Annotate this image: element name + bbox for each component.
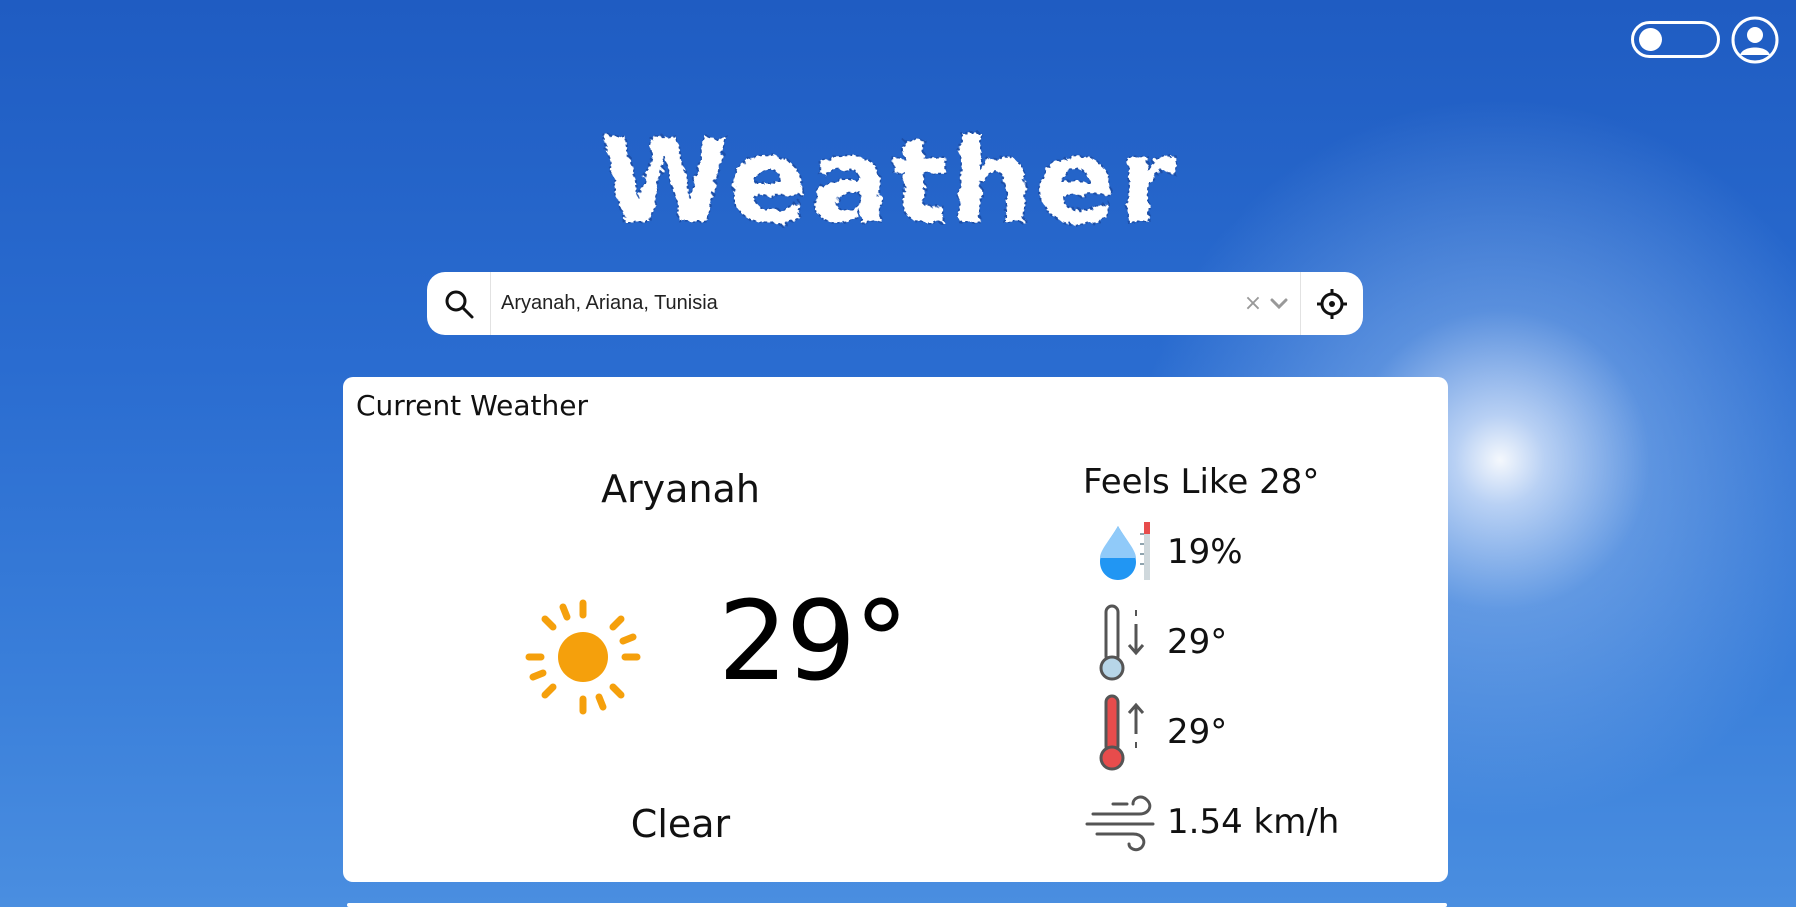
sun-icon xyxy=(523,597,643,717)
wind-value: 1.54 km/h xyxy=(1167,802,1340,842)
thermometer-low-icon xyxy=(1083,604,1163,681)
wind-icon xyxy=(1083,787,1163,857)
current-temperature: 29° xyxy=(718,577,909,705)
toggle-knob xyxy=(1639,28,1662,51)
current-weather-card: Current Weather Aryanah 29° Clear Feels … xyxy=(343,377,1448,882)
weather-logo: Weather xyxy=(590,110,1210,251)
logo-text: Weather xyxy=(600,112,1178,250)
crosshair-icon[interactable] xyxy=(1301,272,1363,335)
weather-condition: Clear xyxy=(630,802,731,846)
max-temp-row: 29° xyxy=(1083,694,1403,771)
feels-like: Feels Like 28° xyxy=(1083,462,1320,502)
user-icon[interactable] xyxy=(1730,15,1780,65)
humidity-value: 19% xyxy=(1167,532,1243,572)
chevron-down-icon[interactable] xyxy=(1266,298,1292,310)
card-title: Current Weather xyxy=(356,389,588,422)
min-temp-value: 29° xyxy=(1167,622,1228,662)
theme-toggle[interactable] xyxy=(1631,21,1720,58)
humidity-icon xyxy=(1083,517,1163,587)
next-card-edge xyxy=(347,903,1447,907)
city-name: Aryanah xyxy=(601,467,760,511)
max-temp-value: 29° xyxy=(1167,712,1228,752)
thermometer-high-icon xyxy=(1083,694,1163,771)
search-bar: Aryanah, Ariana, Tunisia × xyxy=(427,272,1363,335)
search-icon[interactable] xyxy=(427,272,491,335)
location-search-input[interactable]: Aryanah, Ariana, Tunisia xyxy=(491,272,1240,335)
clear-icon[interactable]: × xyxy=(1240,291,1266,316)
humidity-row: 19% xyxy=(1083,517,1403,587)
min-temp-row: 29° xyxy=(1083,604,1403,681)
wind-row: 1.54 km/h xyxy=(1083,787,1403,857)
